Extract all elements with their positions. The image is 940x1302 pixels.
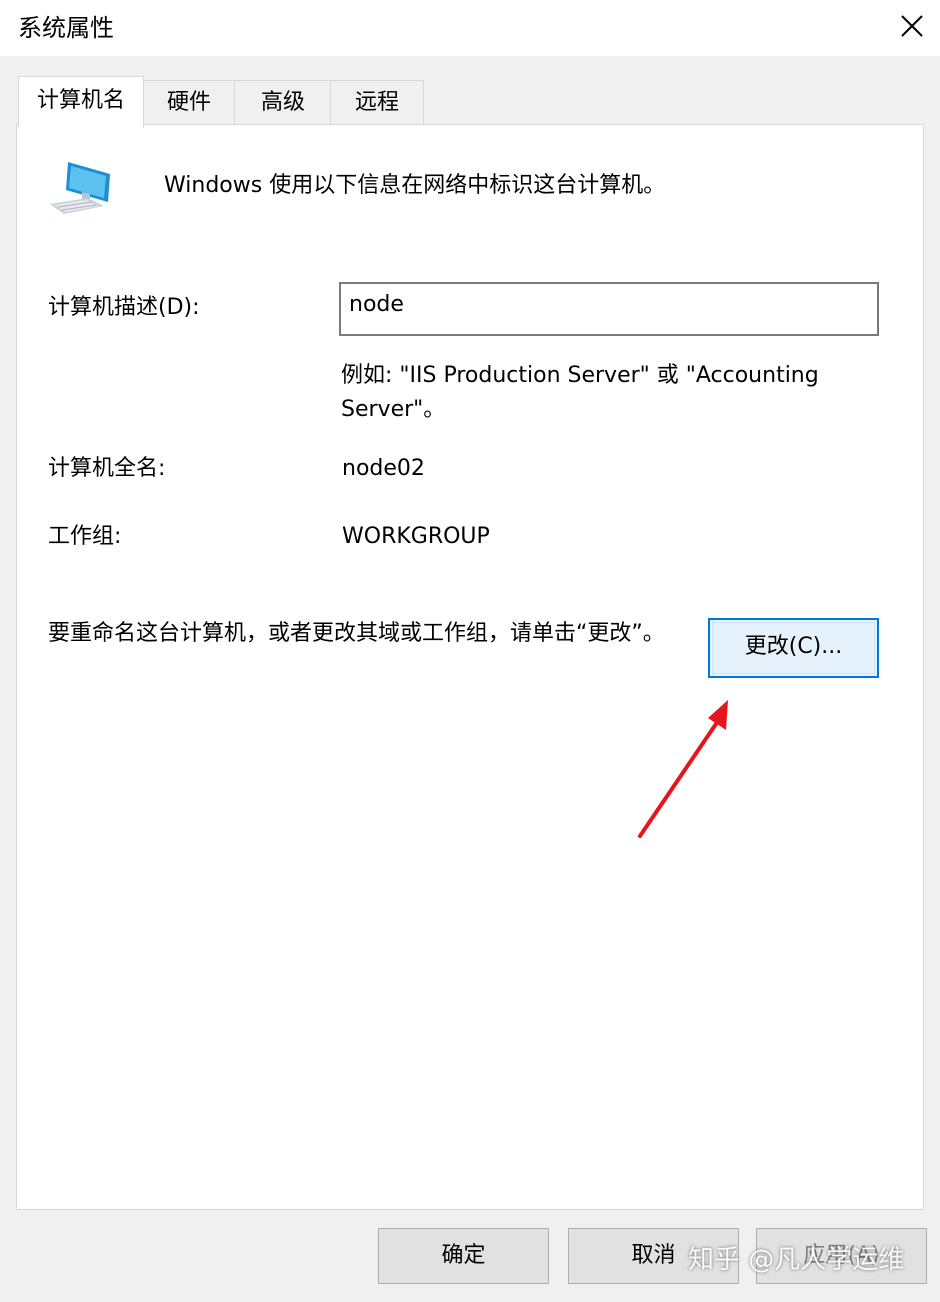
tab-label: 计算机名 bbox=[36, 88, 125, 113]
workgroup-label: 工作组: bbox=[48, 524, 122, 549]
title-bar: 系统属性 bbox=[0, 0, 940, 56]
tab-remote[interactable]: 远程 bbox=[330, 80, 424, 125]
tab-label: 高级 bbox=[260, 90, 305, 115]
rename-note: 要重命名这台计算机，或者更改其域或工作组，请单击“更改”。 bbox=[48, 621, 665, 646]
tab-label: 硬件 bbox=[166, 90, 211, 115]
tab-computer-name[interactable]: 计算机名 bbox=[18, 76, 144, 128]
close-button[interactable] bbox=[882, 0, 940, 56]
ok-button[interactable]: 确定 bbox=[378, 1228, 549, 1284]
window-title: 系统属性 bbox=[18, 14, 114, 42]
description-label: 计算机描述(D): bbox=[48, 295, 200, 320]
watermark: 知乎 @凡人学运维 bbox=[688, 1245, 905, 1275]
description-input[interactable]: node bbox=[339, 282, 879, 336]
red-arrow-icon bbox=[638, 700, 728, 838]
tab-advanced[interactable]: 高级 bbox=[234, 80, 332, 125]
system-properties-window: 系统属性 计算机名 硬件 高级 远程 Windows 使用以下信息在网络中标识这… bbox=[0, 0, 940, 1302]
computer-icon bbox=[50, 162, 110, 214]
tab-hardware[interactable]: 硬件 bbox=[142, 80, 236, 125]
full-name-value: node02 bbox=[342, 456, 425, 481]
full-name-label: 计算机全名: bbox=[48, 456, 166, 481]
workgroup-value: WORKGROUP bbox=[342, 524, 490, 549]
intro-text: Windows 使用以下信息在网络中标识这台计算机。 bbox=[164, 173, 666, 198]
close-icon bbox=[901, 15, 923, 37]
change-button[interactable]: 更改(C)... bbox=[708, 618, 879, 678]
tab-label: 远程 bbox=[354, 90, 399, 115]
description-example: 例如: "IIS Production Server" 或 "Accountin… bbox=[341, 363, 819, 422]
